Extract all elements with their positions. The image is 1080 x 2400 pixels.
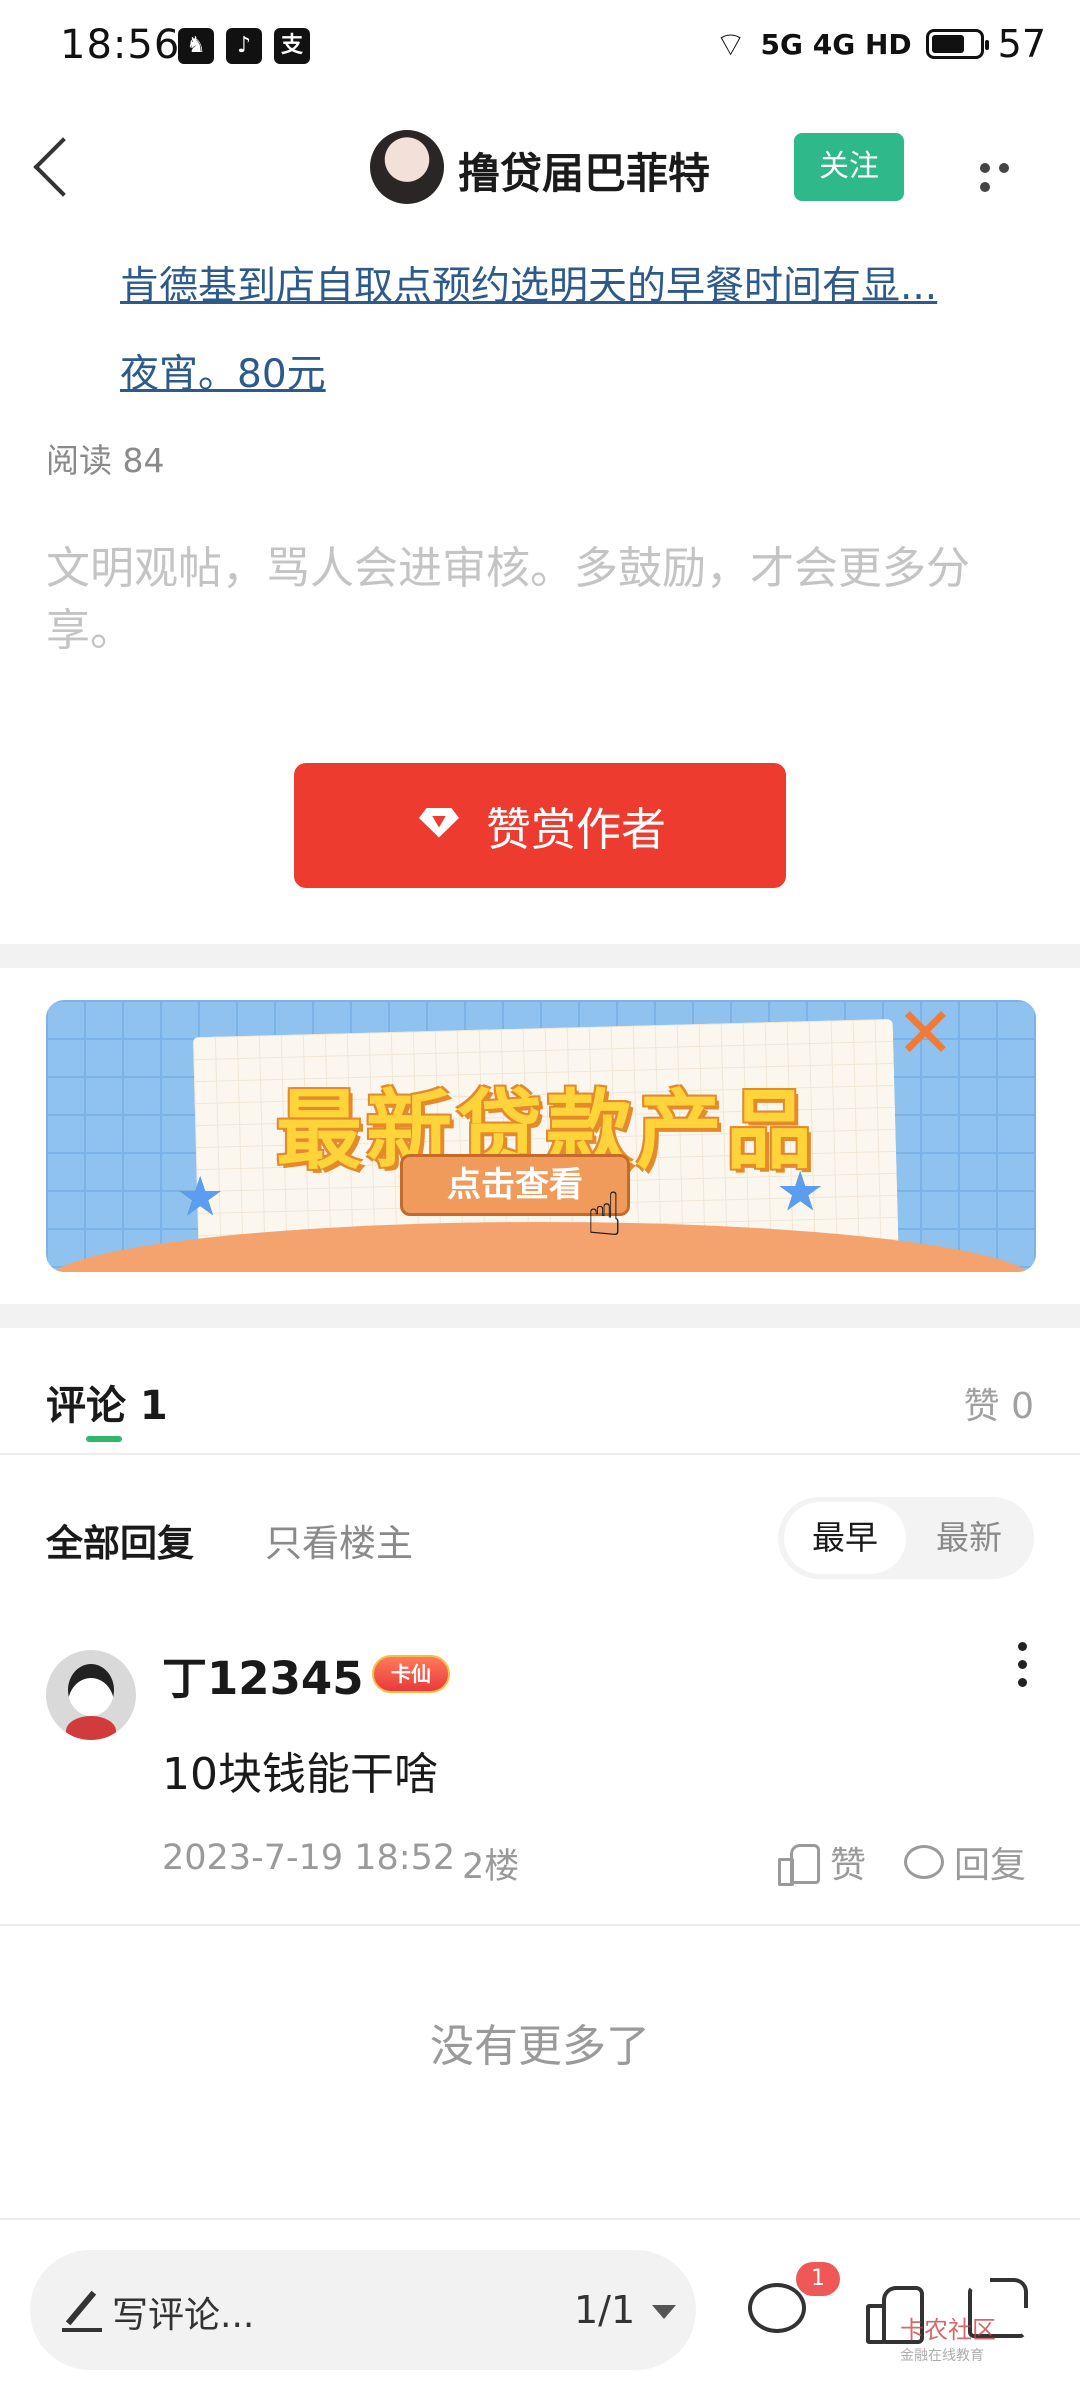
commenter-avatar[interactable] <box>46 1650 136 1740</box>
page-indicator[interactable]: 1/1 <box>574 2288 635 2332</box>
author-name[interactable]: 撸贷届巴菲特 <box>458 140 710 201</box>
comment-text: 10块钱能干啥 <box>162 1749 438 1800</box>
status-right: ⌔ 5G 4G HD 57 <box>715 22 1046 66</box>
qq-notification-icon: ♞ <box>178 28 214 64</box>
tab-active-indicator <box>86 1436 122 1442</box>
write-comment-placeholder[interactable]: 写评论... <box>112 2286 254 2338</box>
watermark-subtitle: 金融在线教育 <box>900 2348 984 2364</box>
comment-time: 2023-7-19 18:52 <box>162 1838 456 1878</box>
author-avatar[interactable] <box>370 130 444 204</box>
sort-newest[interactable]: 最新 <box>908 1502 1030 1574</box>
diamond-icon <box>414 806 464 846</box>
follow-button[interactable]: 关注 <box>794 133 904 201</box>
section-divider <box>0 1304 1080 1328</box>
comment-reply-label: 回复 <box>954 1845 1027 1886</box>
status-time: 18:56 <box>60 22 181 68</box>
filter-op-only[interactable]: 只看楼主 <box>265 1513 413 1567</box>
star-icon: ★ <box>776 1160 825 1223</box>
thumbs-up-icon <box>778 1842 820 1886</box>
reward-label: 赞赏作者 <box>485 803 666 856</box>
comment-like-button[interactable]: 赞 <box>778 1836 866 1888</box>
watermark-logo: 卡农社区 金融在线教育 <box>900 2310 996 2365</box>
sort-earliest[interactable]: 最早 <box>784 1502 906 1574</box>
divider <box>0 1924 1080 1926</box>
comment-floor: 2楼 <box>462 1847 520 1887</box>
star-icon: ★ <box>176 1165 225 1228</box>
comment-count-badge: 1 <box>796 2262 840 2296</box>
wifi-icon: ⌔ <box>714 24 747 65</box>
tab-comments[interactable]: 评论 1 <box>46 1373 168 1431</box>
loan-products-banner[interactable]: 最新贷款产品 点击查看 ★ ★ ✕ ☝ <box>46 1000 1036 1272</box>
comment-more-icon[interactable] <box>1018 1642 1030 1692</box>
chevron-down-icon[interactable] <box>652 2305 676 2319</box>
article-link[interactable]: 肯德基到店自取点预约选明天的早餐时间有显... <box>120 255 1000 311</box>
divider <box>0 1453 1080 1455</box>
read-count: 阅读 84 <box>46 441 165 480</box>
likes-total[interactable]: 赞 0 <box>964 1377 1034 1429</box>
article-link-continued[interactable]: 夜宵。80元 <box>120 343 326 399</box>
community-notice: 文明观帖，骂人会进审核。多鼓励，才会更多分享。 <box>46 543 970 656</box>
watermark-title: 卡农社区 <box>900 2316 996 2344</box>
comment-icon[interactable] <box>748 2283 806 2333</box>
battery-level: 57 <box>997 22 1046 66</box>
plus-decoration-icon: ✕ <box>896 1000 955 1074</box>
chat-bubble-icon <box>904 1845 944 1879</box>
pointing-hand-icon: ☝ <box>586 1180 623 1250</box>
user-level-badge: 卡仙 <box>372 1655 450 1693</box>
reward-author-button[interactable]: 赞赏作者 <box>294 763 786 888</box>
tiktok-notification-icon: ♪ <box>226 28 262 64</box>
comment-reply-button[interactable]: 回复 <box>904 1836 1026 1888</box>
status-bar: 18:56 ♞ ♪ 支 ⌔ 5G 4G HD 57 <box>0 0 1080 96</box>
pencil-icon <box>62 2288 102 2332</box>
battery-icon <box>925 29 989 59</box>
commenter-name[interactable]: 丁12345 <box>162 1642 364 1707</box>
more-options-icon[interactable] <box>980 158 1032 192</box>
comment-like-label: 赞 <box>830 1845 867 1886</box>
alipay-notification-icon: 支 <box>274 28 310 64</box>
filter-all-replies[interactable]: 全部回复 <box>46 1513 194 1567</box>
signal-icon: 5G 4G HD <box>760 27 912 61</box>
no-more-text: 没有更多了 <box>430 2021 650 2072</box>
back-icon[interactable] <box>30 138 70 198</box>
section-divider <box>0 944 1080 968</box>
